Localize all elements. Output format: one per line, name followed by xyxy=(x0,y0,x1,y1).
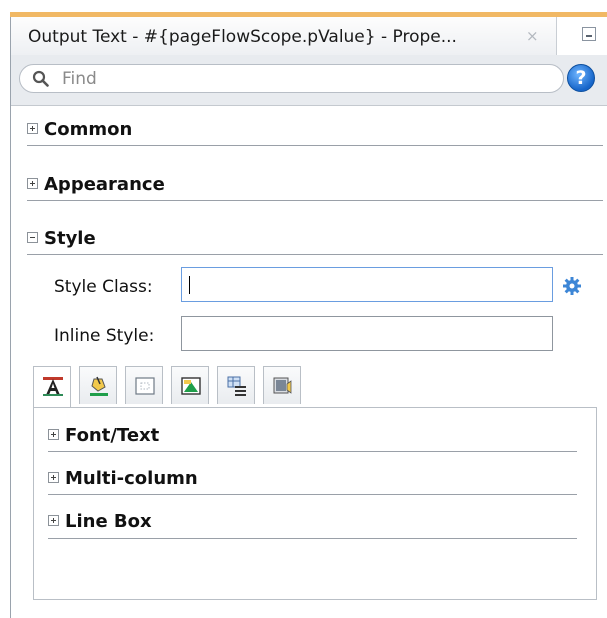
tab-list-table[interactable] xyxy=(217,366,255,404)
tab-border[interactable] xyxy=(171,366,209,404)
section-divider xyxy=(27,200,603,201)
panel-title: Output Text - #{pageFlowScope.pValue} - … xyxy=(28,27,457,47)
subsection-font-text[interactable]: Font/Text xyxy=(48,425,159,446)
subsection-divider xyxy=(48,538,577,539)
box-model-icon xyxy=(135,377,155,395)
property-inspector-panel: Output Text - #{pageFlowScope.pValue} - … xyxy=(0,0,607,618)
subsection-divider xyxy=(48,451,577,452)
subsection-multi-column[interactable]: Multi-column xyxy=(48,468,198,489)
subsection-font-text-label: Font/Text xyxy=(65,425,160,446)
inline-style-label: Inline Style: xyxy=(54,326,155,346)
section-style[interactable]: Style xyxy=(27,228,96,252)
section-divider xyxy=(27,254,603,255)
text-cursor xyxy=(189,276,190,294)
subsection-divider xyxy=(48,494,577,495)
expand-icon[interactable] xyxy=(27,123,38,134)
minimize-icon[interactable] xyxy=(582,27,596,41)
collapse-icon[interactable] xyxy=(27,232,38,243)
inline-style-field[interactable] xyxy=(181,316,553,351)
search-icon xyxy=(32,70,49,87)
expand-icon[interactable] xyxy=(48,472,59,483)
style-editor-tabs xyxy=(33,366,598,408)
text-format-icon xyxy=(43,377,63,396)
search-input[interactable]: Find xyxy=(19,64,564,93)
search-placeholder: Find xyxy=(62,69,97,89)
subsection-multi-column-label: Multi-column xyxy=(65,468,198,489)
section-common-label: Common xyxy=(44,119,133,140)
paint-bucket-icon xyxy=(90,376,108,396)
tab-font-text[interactable] xyxy=(33,366,71,408)
subsection-line-box-label: Line Box xyxy=(65,511,152,532)
table-list-icon xyxy=(227,376,246,396)
help-icon[interactable]: ? xyxy=(567,64,595,92)
section-style-label: Style xyxy=(44,228,96,249)
subsection-line-box[interactable]: Line Box xyxy=(48,511,152,532)
section-common[interactable]: Common xyxy=(27,119,132,143)
style-class-label: Style Class: xyxy=(54,277,153,297)
tab-box-model[interactable] xyxy=(125,366,163,404)
panel-title-bar: Output Text - #{pageFlowScope.pValue} - … xyxy=(11,17,607,55)
style-class-field[interactable] xyxy=(181,267,553,302)
section-divider xyxy=(27,145,603,146)
border-background-icon xyxy=(181,377,201,395)
close-icon[interactable]: × xyxy=(526,27,539,45)
section-appearance-label: Appearance xyxy=(44,174,165,195)
gear-icon[interactable] xyxy=(562,276,582,296)
expand-icon[interactable] xyxy=(48,515,59,526)
tab-media[interactable] xyxy=(263,366,301,404)
tab-background[interactable] xyxy=(79,366,117,404)
search-bar: Find ? xyxy=(11,55,607,106)
property-inspector-tab[interactable]: Output Text - #{pageFlowScope.pValue} - … xyxy=(11,17,557,55)
expand-icon[interactable] xyxy=(48,429,59,440)
media-audio-icon xyxy=(273,377,292,394)
expand-icon[interactable] xyxy=(27,178,38,189)
section-appearance[interactable]: Appearance xyxy=(27,174,165,198)
